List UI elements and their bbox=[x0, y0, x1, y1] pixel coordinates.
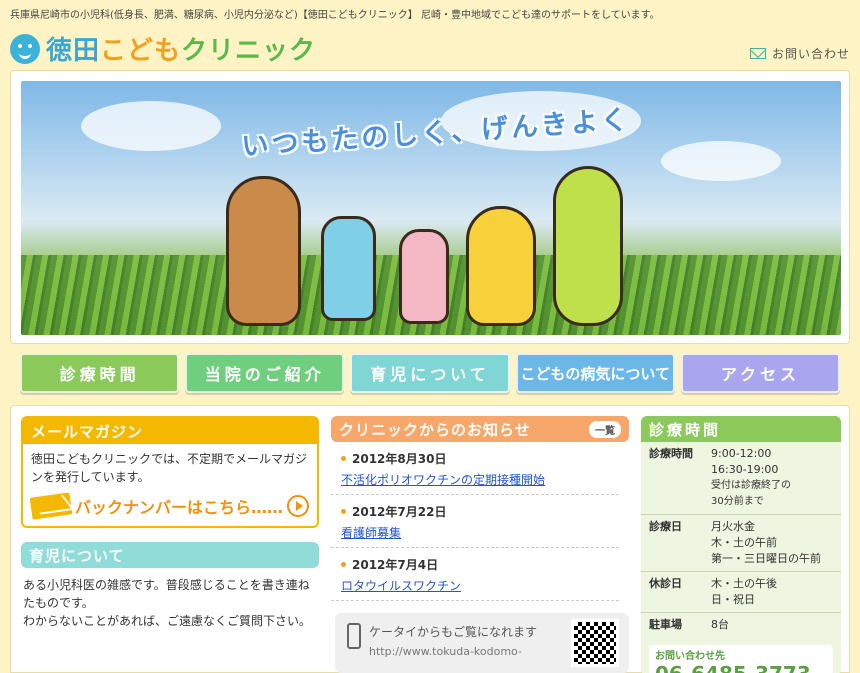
news-item: 2012年7月4日 ロタウイルスワクチン bbox=[331, 548, 619, 601]
pig-character bbox=[466, 206, 536, 326]
hours-key: 駐車場 bbox=[649, 618, 682, 631]
smiley-face-icon bbox=[10, 33, 40, 64]
content-area: メールマガジン 徳田こどもクリニックでは、不定期でメールマガジンを発行しています… bbox=[10, 405, 850, 673]
rabbit-character bbox=[399, 229, 449, 324]
news-list-button[interactable]: 一覧 bbox=[589, 420, 621, 438]
mailmag-box: メールマガジン 徳田こどもクリニックでは、不定期でメールマガジンを発行しています… bbox=[21, 416, 319, 528]
nav-access[interactable]: アクセス bbox=[680, 353, 841, 393]
news-link[interactable]: ロタウイルスワクチン bbox=[341, 577, 461, 594]
left-column: メールマガジン 徳田こどもクリニックでは、不定期でメールマガジンを発行しています… bbox=[21, 416, 319, 638]
ikuji-body: ある小児科医の雑感です。普段感じることを書き連ねたものです。 わからないことがあ… bbox=[21, 568, 319, 638]
nav-childcare[interactable]: 育児について bbox=[350, 353, 510, 393]
hours-title: 診療時間 bbox=[641, 416, 841, 442]
inquiry-label: お問い合わせ先 bbox=[655, 651, 725, 662]
ikuji-text-2: わからないことがあれば、ご遠慮なくご質問下さい。 bbox=[23, 614, 312, 628]
contact-label: お問い合わせ bbox=[771, 47, 850, 61]
right-column: 診療時間 診療時間 9:00-12:00 16:30-19:00 受付は診療終了… bbox=[641, 416, 841, 673]
main-nav: 診療時間 当院のご紹介 育児について こどもの病気について アクセス bbox=[20, 353, 841, 393]
logo-text: 徳田こどもクリニック bbox=[46, 36, 317, 66]
news-title: クリニックからのお知らせ bbox=[339, 420, 531, 439]
cloud bbox=[81, 101, 221, 151]
backnumber-label: バックナンバーはこちら…… bbox=[75, 498, 284, 517]
news-link[interactable]: 看護師募集 bbox=[341, 524, 401, 541]
hours-box: 診療時間 診療時間 9:00-12:00 16:30-19:00 受付は診療終了… bbox=[641, 416, 841, 673]
hours-row: 駐車場 8台 bbox=[641, 613, 841, 637]
bird-character bbox=[553, 166, 623, 326]
qr-code-icon bbox=[571, 619, 619, 667]
arrow-right-icon bbox=[287, 495, 309, 517]
site-tagline: 兵庫県尼崎市の小児科(低身長、肥満、糖尿病、小児内分泌など)【徳田こどもクリニッ… bbox=[10, 10, 660, 21]
middle-column: クリニックからのお知らせ 一覧 2012年8月30日 不活化ポリオワクチンの定期… bbox=[331, 416, 629, 673]
hours-value: 木・土の午後 日・祝日 bbox=[711, 577, 777, 606]
cat-character bbox=[321, 216, 376, 321]
mailmag-body: 徳田こどもクリニックでは、不定期でメールマガジンを発行しています。 bbox=[31, 452, 308, 484]
envelope-icon bbox=[749, 48, 766, 59]
ikuji-title: 育児について bbox=[21, 542, 319, 568]
hours-key: 診療日 bbox=[649, 520, 682, 533]
hero-banner: いつもたのしく、げんきよく bbox=[21, 81, 841, 335]
hours-key: 診療時間 bbox=[649, 447, 693, 460]
inquiry-box: お問い合わせ先 06-6485-3773 bbox=[649, 645, 833, 673]
news-item: 2012年8月30日 不活化ポリオワクチンの定期接種開始 bbox=[331, 442, 619, 495]
backnumber-link[interactable]: バックナンバーはこちら…… bbox=[23, 490, 317, 526]
envelope-icon bbox=[29, 492, 73, 520]
hours-value: 9:00-12:00 16:30-19:00 受付は診療終了の 30分前まで bbox=[711, 447, 791, 507]
cloud bbox=[661, 141, 781, 181]
inquiry-phone[interactable]: 06-6485-3773 bbox=[655, 662, 827, 673]
hero-frame: いつもたのしく、げんきよく bbox=[10, 70, 850, 344]
nav-illness[interactable]: こどもの病気について bbox=[515, 353, 675, 393]
hours-value: 月火水金 木・土の午前 第一・三日曜日の午前 bbox=[711, 520, 821, 565]
nav-about[interactable]: 当院のご紹介 bbox=[185, 353, 345, 393]
news-date: 2012年7月4日 bbox=[341, 556, 619, 573]
hours-row: 診療時間 9:00-12:00 16:30-19:00 受付は診療終了の 30分… bbox=[641, 442, 841, 515]
news-date: 2012年8月30日 bbox=[341, 450, 619, 467]
news-title-bar: クリニックからのお知らせ 一覧 bbox=[331, 416, 629, 442]
news-item: 2012年7月22日 看護師募集 bbox=[331, 495, 619, 548]
bear-doctor-character bbox=[226, 176, 301, 326]
ikuji-text-1: ある小児科医の雑感です。普段感じることを書き連ねたものです。 bbox=[23, 578, 310, 610]
hours-row: 診療日 月火水金 木・土の午前 第一・三日曜日の午前 bbox=[641, 515, 841, 572]
contact-link[interactable]: お問い合わせ bbox=[749, 45, 850, 62]
news-link[interactable]: 不活化ポリオワクチンの定期接種開始 bbox=[341, 471, 545, 488]
hours-key: 休診日 bbox=[649, 577, 682, 590]
hours-value: 8台 bbox=[711, 618, 729, 631]
mobile-site-text: ケータイからもご覧になれます bbox=[369, 625, 538, 639]
mobile-phone-icon bbox=[347, 623, 361, 649]
mobile-site-box: ケータイからもご覧になれます http://www.tokuda-kodomo- bbox=[335, 613, 629, 673]
nav-hours[interactable]: 診療時間 bbox=[20, 353, 180, 393]
hero-slogan: いつもたのしく、げんきよく bbox=[240, 104, 632, 163]
site-logo[interactable]: 徳田こどもクリニック bbox=[10, 30, 316, 67]
mailmag-title: メールマガジン bbox=[23, 418, 317, 444]
news-date: 2012年7月22日 bbox=[341, 503, 619, 520]
mobile-site-url[interactable]: http://www.tokuda-kodomo- bbox=[369, 645, 522, 658]
hours-row: 休診日 木・土の午後 日・祝日 bbox=[641, 572, 841, 613]
